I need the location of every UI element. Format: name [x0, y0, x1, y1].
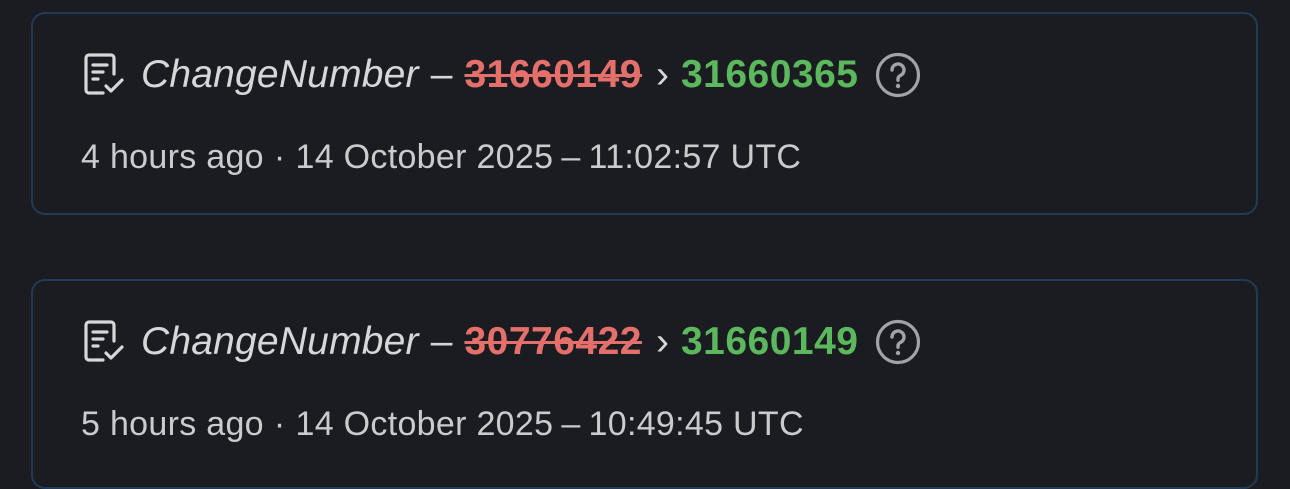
- change-summary: ChangeNumber – 31660149 › 31660365: [81, 48, 921, 102]
- new-value: 31660149: [680, 320, 859, 363]
- separator: –: [430, 320, 453, 363]
- arrow: ›: [655, 320, 669, 363]
- time: 10:49:45 UTC: [588, 405, 804, 443]
- timestamp: 4 hours ago · 14 October 2025–11:02:57 UTC: [81, 138, 801, 177]
- time: 11:02:57 UTC: [588, 138, 802, 176]
- change-entry-card: ChangeNumber – 30776422 › 31660149 5 hou…: [31, 279, 1258, 489]
- document-check-icon: [81, 319, 127, 365]
- dot-separator: ·: [273, 138, 286, 176]
- time-separator: –: [561, 405, 581, 443]
- separator: –: [430, 53, 453, 96]
- help-circle-icon[interactable]: [875, 52, 921, 98]
- old-value: 31660149: [464, 53, 642, 96]
- help-circle-icon[interactable]: [875, 319, 921, 365]
- timestamp: 5 hours ago · 14 October 2025–10:49:45 UTC: [81, 405, 804, 444]
- relative-time: 4 hours ago: [81, 138, 264, 176]
- date: 14 October 2025: [295, 405, 554, 443]
- old-value: 30776422: [464, 320, 642, 363]
- change-summary: ChangeNumber – 30776422 › 31660149: [81, 315, 921, 369]
- time-separator: –: [561, 138, 581, 176]
- dot-separator: ·: [273, 405, 286, 443]
- date: 14 October 2025: [295, 138, 554, 176]
- relative-time: 5 hours ago: [81, 405, 264, 443]
- change-entry-card: ChangeNumber – 31660149 › 31660365 4 hou…: [31, 12, 1258, 215]
- field-name: ChangeNumber: [141, 320, 419, 363]
- new-value: 31660365: [680, 53, 859, 96]
- arrow: ›: [655, 53, 669, 96]
- field-name: ChangeNumber: [141, 53, 419, 96]
- document-check-icon: [81, 52, 127, 98]
